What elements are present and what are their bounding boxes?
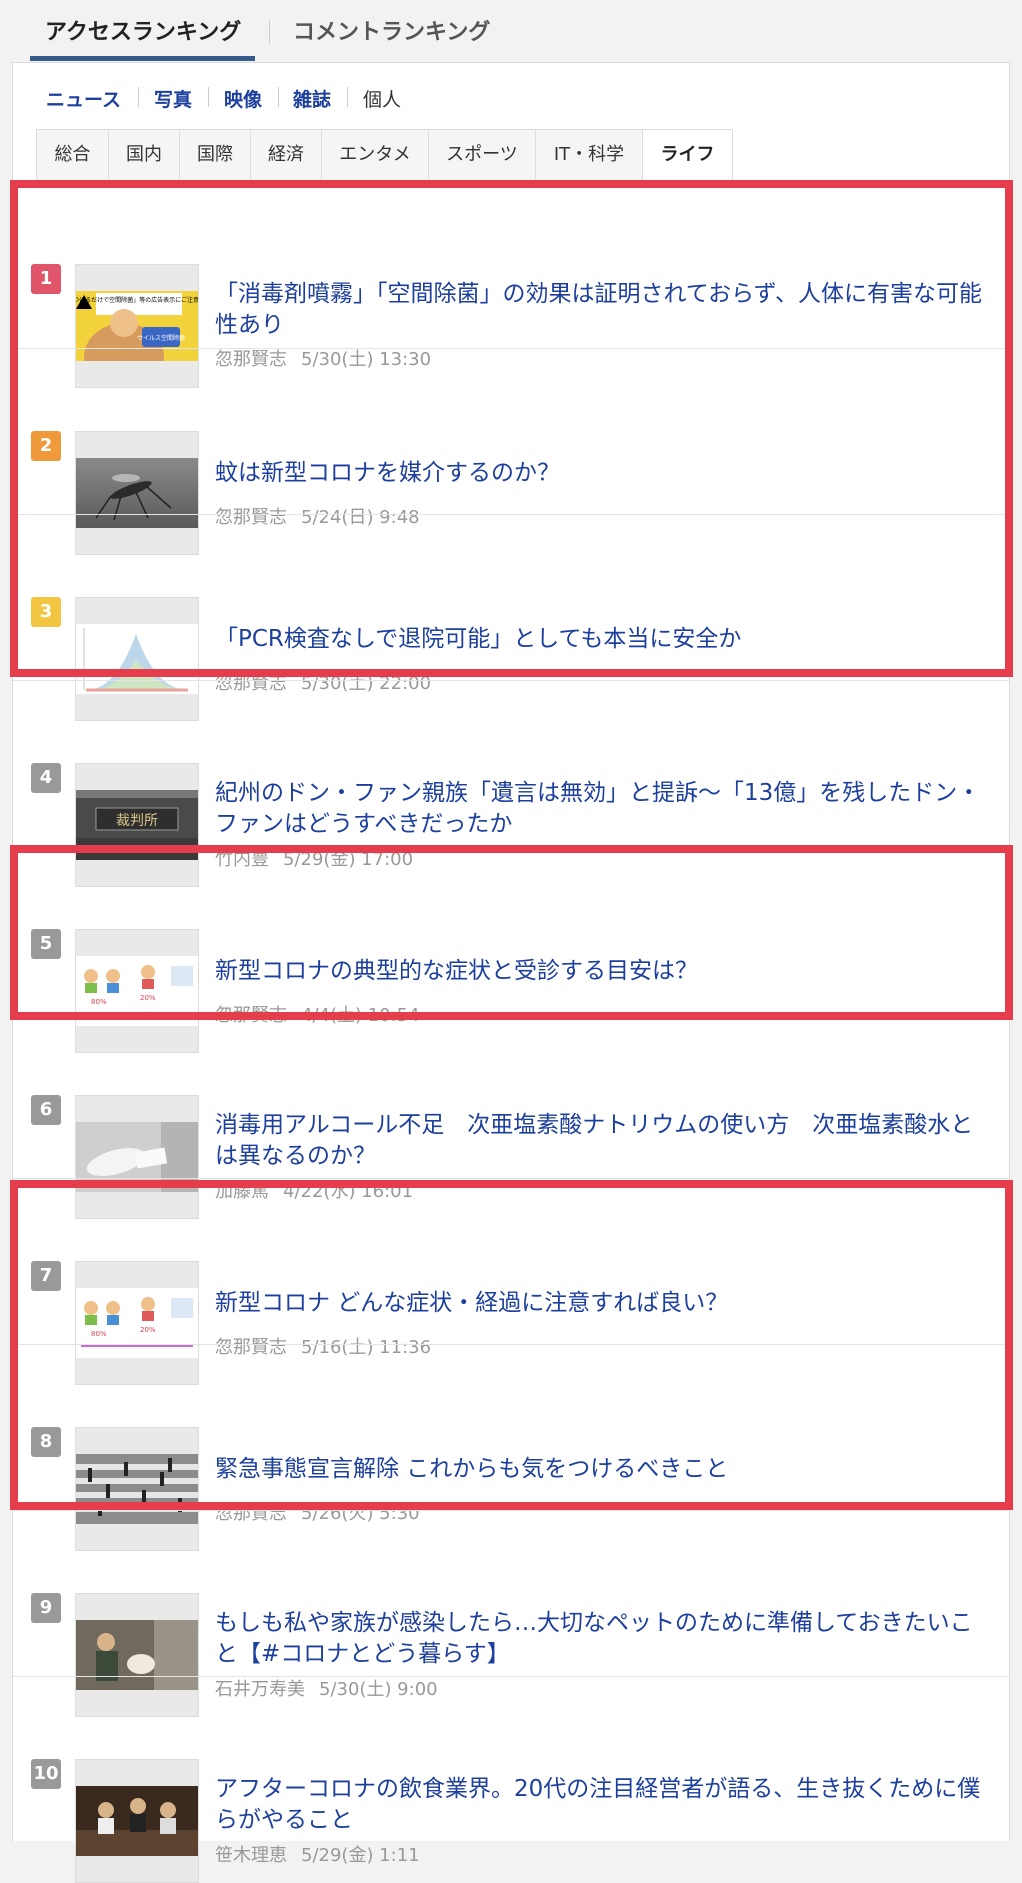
active-tab-underline xyxy=(30,56,255,61)
tab-access-ranking[interactable]: アクセスランキング xyxy=(45,14,241,46)
genre-tab-life[interactable]: ライフ xyxy=(643,130,733,182)
article-date: 5/29(金) 1:11 xyxy=(301,1845,420,1866)
rank-badge: 4 xyxy=(31,763,61,793)
article-title[interactable]: 新型コロナの典型的な症状と受診する目安は？ xyxy=(215,956,985,987)
article-title[interactable]: 消毒用アルコール不足 次亜塩素酸ナトリウムの使い方 次亜塩素酸水とは異なるのか？ xyxy=(215,1110,985,1172)
rank-badge: 3 xyxy=(31,597,61,627)
ranking-panel: ニュース 写真 映像 雑誌 個人 総合 国内 国際 経済 エンタメ スポーツ I… xyxy=(12,62,1010,1883)
rank-badge: 1 xyxy=(31,264,61,294)
article-title[interactable]: 新型コロナ どんな症状・経過に注意すれば良い？ xyxy=(215,1288,985,1319)
article-title[interactable]: もしも私や家族が感染したら…大切なペットのために準備しておきたいこと【#コロナと… xyxy=(215,1608,985,1670)
article-title[interactable]: 緊急事態宣言解除 これからも気をつけるべきこと xyxy=(215,1454,985,1485)
article-thumbnail[interactable] xyxy=(75,1759,199,1883)
category-separator xyxy=(138,87,139,107)
category-separator xyxy=(278,87,279,107)
svg-text:20%: 20% xyxy=(140,1326,156,1334)
list-item[interactable]: 9 もしも私や家族が感染したら…大切なペットのために準備しておきたいこと【#コロ… xyxy=(13,1510,1009,1717)
tab-separator xyxy=(269,20,270,44)
category-nav: ニュース 写真 映像 雑誌 個人 xyxy=(13,63,1009,129)
category-news[interactable]: ニュース xyxy=(46,85,121,112)
category-video[interactable]: 映像 xyxy=(224,85,262,112)
genre-tab-entertainment[interactable]: エンタメ xyxy=(322,130,429,182)
rank-badge: 10 xyxy=(31,1759,61,1789)
rank-badge: 2 xyxy=(31,431,61,461)
ranking-tabs: アクセスランキング コメントランキング xyxy=(0,0,1022,62)
category-separator xyxy=(347,87,348,107)
genre-tab-it-science[interactable]: IT・科学 xyxy=(536,130,643,182)
svg-text:80%: 80% xyxy=(91,1330,107,1338)
list-item[interactable]: 4 裁判所 紀州のドン・ファン親族「遺言は無効」と提訴〜「13億」を残したドン・… xyxy=(13,680,1009,887)
rank-badge: 8 xyxy=(31,1427,61,1457)
thumbnail-caption: 「鼻につけるだけで空間除菌」等の広告表示にご注意ください xyxy=(76,296,198,304)
genre-tab-sports[interactable]: スポーツ xyxy=(429,130,536,182)
category-separator xyxy=(208,87,209,107)
svg-text:80%: 80% xyxy=(91,998,107,1006)
article-title[interactable]: 「消毒剤噴霧」「空間除菌」の効果は証明されておらず、人体に有害な可能性あり xyxy=(215,279,985,341)
rank-badge: 7 xyxy=(31,1261,61,1291)
thumbnail-badge-text: ウイルス空間除菌 xyxy=(137,334,185,342)
article-author: 笹木理恵 xyxy=(215,1845,287,1866)
list-item[interactable]: 1 「鼻につけるだけで空間除菌」等の広告表示にご注意ください ウイルス空間除菌 … xyxy=(13,198,1009,388)
thumbnail-sign-text: 裁判所 xyxy=(116,813,158,829)
category-magazine[interactable]: 雑誌 xyxy=(293,85,331,112)
article-title[interactable]: アフターコロナの飲食業界。20代の注目経営者が語る、生き抜くために僕らがやること xyxy=(215,1774,985,1836)
genre-tab-economy[interactable]: 経済 xyxy=(251,130,322,182)
article-meta: 笹木理恵 5/29(金) 1:11 xyxy=(215,1841,420,1867)
rank-badge: 9 xyxy=(31,1593,61,1623)
genre-tab-international[interactable]: 国際 xyxy=(180,130,251,182)
genre-tab-all[interactable]: 総合 xyxy=(37,130,109,182)
list-item[interactable]: 8 緊急事態宣言解除 これからも気をつけるべきこと 忽那賢志 5/26(火) 5:… xyxy=(13,1344,1009,1551)
list-item[interactable]: 7 80% 20% 新型コロナ どんな症状・経過に注意すれば良い？ 忽那賢志 5/… xyxy=(13,1178,1009,1385)
genre-tabs: 総合 国内 国際 経済 エンタメ スポーツ IT・科学 ライフ xyxy=(36,129,733,182)
list-item[interactable]: 2 蚊は新型コロナを媒介するのか？ 忽那賢志 5/24(日) 9:48 xyxy=(13,348,1009,555)
list-item[interactable]: 10 アフターコロナの飲食業界。20代の注目経営者が語る、生き抜くために僕らがや… xyxy=(13,1676,1009,1883)
article-title[interactable]: 紀州のドン・ファン親族「遺言は無効」と提訴〜「13億」を残したドン・ファンはどう… xyxy=(215,778,985,840)
list-item[interactable]: 3 「PCR検査なしで退院可能」としても本当に安全か 忽那賢志 5/30(土) 2… xyxy=(13,514,1009,721)
tab-comment-ranking[interactable]: コメントランキング xyxy=(293,14,490,46)
genre-tab-domestic[interactable]: 国内 xyxy=(109,130,180,182)
article-title[interactable]: 「PCR検査なしで退院可能」としても本当に安全か xyxy=(215,624,985,655)
article-title[interactable]: 蚊は新型コロナを媒介するのか？ xyxy=(215,458,985,489)
svg-text:20%: 20% xyxy=(140,994,156,1002)
category-photo[interactable]: 写真 xyxy=(154,85,192,112)
list-item[interactable]: 6 消毒用アルコール不足 次亜塩素酸ナトリウムの使い方 次亜塩素酸水とは異なるの… xyxy=(13,1012,1009,1219)
list-item[interactable]: 5 80% 20% 新型コロナの典型的な症状と受診する目安は？ 忽那賢志 4/4(… xyxy=(13,846,1009,1053)
rank-badge: 5 xyxy=(31,929,61,959)
category-individual[interactable]: 個人 xyxy=(363,85,401,112)
thumbnail-image xyxy=(76,1786,198,1856)
rank-badge: 6 xyxy=(31,1095,61,1125)
